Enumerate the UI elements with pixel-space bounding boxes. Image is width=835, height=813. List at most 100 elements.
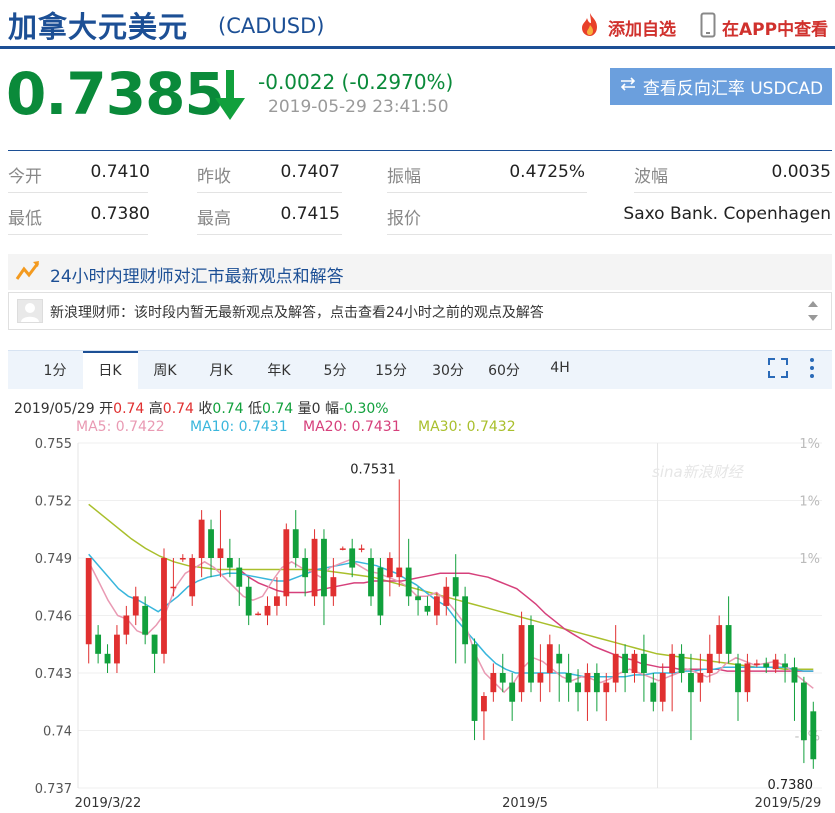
candle-body [556, 653, 563, 664]
tab-year-k[interactable]: 年K [262, 360, 296, 380]
candle-body [490, 673, 497, 693]
candle-body [330, 577, 337, 597]
tab-month-k[interactable]: 月K [204, 360, 238, 380]
more-menu-icon[interactable] [808, 357, 816, 383]
candle-body [123, 615, 130, 635]
candle-body [603, 682, 610, 693]
page-title: 加拿大元美元 [8, 10, 189, 44]
candle-body [255, 613, 262, 616]
candle-body [462, 596, 469, 645]
candle-body [631, 653, 638, 673]
down-arrow-icon [213, 70, 247, 126]
price-change: -0.0022 (-0.2970%) [258, 70, 454, 94]
candle-body [791, 667, 798, 683]
candle-body [142, 605, 149, 635]
scroll-arrows-icon[interactable] [806, 298, 820, 328]
candle-body [443, 586, 450, 606]
candle-body [688, 673, 694, 693]
advisor-title[interactable]: 24小时内理财师对汇市最新观点和解答 [50, 262, 344, 287]
low-label: 最低 [8, 209, 42, 229]
ohlc-close-label: 收 [198, 401, 213, 417]
candle-body [377, 567, 384, 616]
tab-30min[interactable]: 30分 [428, 360, 468, 380]
y-tick-label: 0.737 [35, 782, 72, 797]
view-in-app-label: 在APP中查看 [722, 20, 829, 40]
candle-body [236, 567, 243, 587]
candle-body [302, 558, 309, 578]
candle-body [481, 696, 487, 712]
candle-body [386, 558, 393, 578]
amplitude-value: 0.4725% [509, 162, 585, 182]
candle-body [622, 653, 629, 673]
tab-day-k[interactable]: 日K [93, 360, 127, 380]
open-value: 0.7410 [90, 162, 150, 182]
candle-body [706, 653, 713, 673]
candle-body [132, 596, 139, 616]
symbol-code: (CADUSD) [218, 14, 325, 38]
row-separator [8, 192, 148, 193]
advisor-message[interactable]: 新浪理财师：该时段内暂无最新观点及解答，点击查看24小时之前的观点及解答 [50, 302, 544, 322]
candle-body [735, 663, 741, 693]
candle-body [725, 625, 732, 654]
ohlc-date: 2019/05/29 [14, 401, 95, 417]
row-separator [197, 192, 342, 193]
row-separator [634, 192, 832, 193]
ma5-legend: MA5: 0.7422 [76, 419, 165, 435]
prev-close-value: 0.7407 [280, 162, 340, 182]
ohlc-low-label: 低 [248, 401, 263, 417]
amplitude-label: 振幅 [387, 167, 421, 187]
y-tick-label: 0.755 [35, 437, 72, 452]
candle-body [565, 673, 572, 683]
candle-body [95, 634, 102, 654]
candle-body [678, 653, 685, 673]
candle-body [593, 673, 600, 693]
quote-timestamp: 2019-05-29 23:41:50 [268, 97, 449, 117]
candle-body [311, 538, 318, 597]
candle-body [264, 605, 271, 616]
x-tick-label: 2019/3/22 [75, 796, 142, 811]
ohlc-open-label: 开 [99, 401, 114, 417]
candlestick-chart[interactable]: 0.755 0.752 0.749 0.746 0.743 0.74 0.737 1% 1% 1%… [0, 435, 835, 813]
candle-body [349, 548, 356, 568]
candle-body [763, 663, 770, 668]
candle-body [697, 673, 704, 683]
ma5-line [88, 559, 814, 694]
add-watchlist-button[interactable]: 添加自选 [578, 12, 676, 43]
ohlc-volume: 0 [311, 401, 321, 417]
sina-watermark: sina新浪财经 [652, 463, 745, 481]
tab-4h[interactable]: 4H [543, 360, 577, 376]
ma30-legend: MA30: 0.7432 [418, 419, 516, 435]
tab-week-k[interactable]: 周K [148, 360, 182, 380]
candle-body [368, 558, 374, 597]
tab-1min[interactable]: 1分 [38, 360, 72, 380]
candle-body [528, 625, 534, 683]
ohlc-info-line: 2019/05/29 开0.74 高0.74 收0.74 低0.74 量0 幅-… [14, 398, 389, 418]
candle-body [471, 644, 478, 721]
prev-close-label: 昨收 [197, 167, 231, 187]
candle-body [339, 548, 346, 550]
view-in-app-button[interactable]: 在APP中查看 [700, 12, 828, 43]
candle-body [659, 673, 666, 702]
flame-icon [578, 12, 602, 43]
candle-body [161, 558, 167, 654]
candle-body [273, 596, 280, 606]
open-label: 今开 [8, 167, 42, 187]
percent-tick-label: 1% [799, 495, 820, 510]
tab-60min[interactable]: 60分 [484, 360, 524, 380]
y-tick-label: 0.749 [35, 552, 72, 567]
reverse-rate-button[interactable]: 查看反向汇率 USDCAD [610, 68, 832, 105]
candle-body [396, 567, 403, 578]
tab-15min[interactable]: 15分 [374, 360, 408, 380]
tab-5min[interactable]: 5分 [318, 360, 352, 380]
max-price-label: 0.7531 [350, 462, 396, 477]
candle-body [537, 673, 544, 683]
row-separator [197, 234, 342, 235]
fullscreen-icon[interactable] [768, 358, 788, 382]
swap-icon [619, 76, 637, 97]
ohlc-volume-label: 量 [297, 401, 312, 417]
header-divider [0, 46, 835, 49]
x-tick-label: 2019/5 [502, 796, 548, 811]
candle-body [424, 605, 431, 612]
x-tick-label: 2019/5/29 [755, 796, 822, 811]
high-value: 0.7415 [280, 204, 340, 224]
